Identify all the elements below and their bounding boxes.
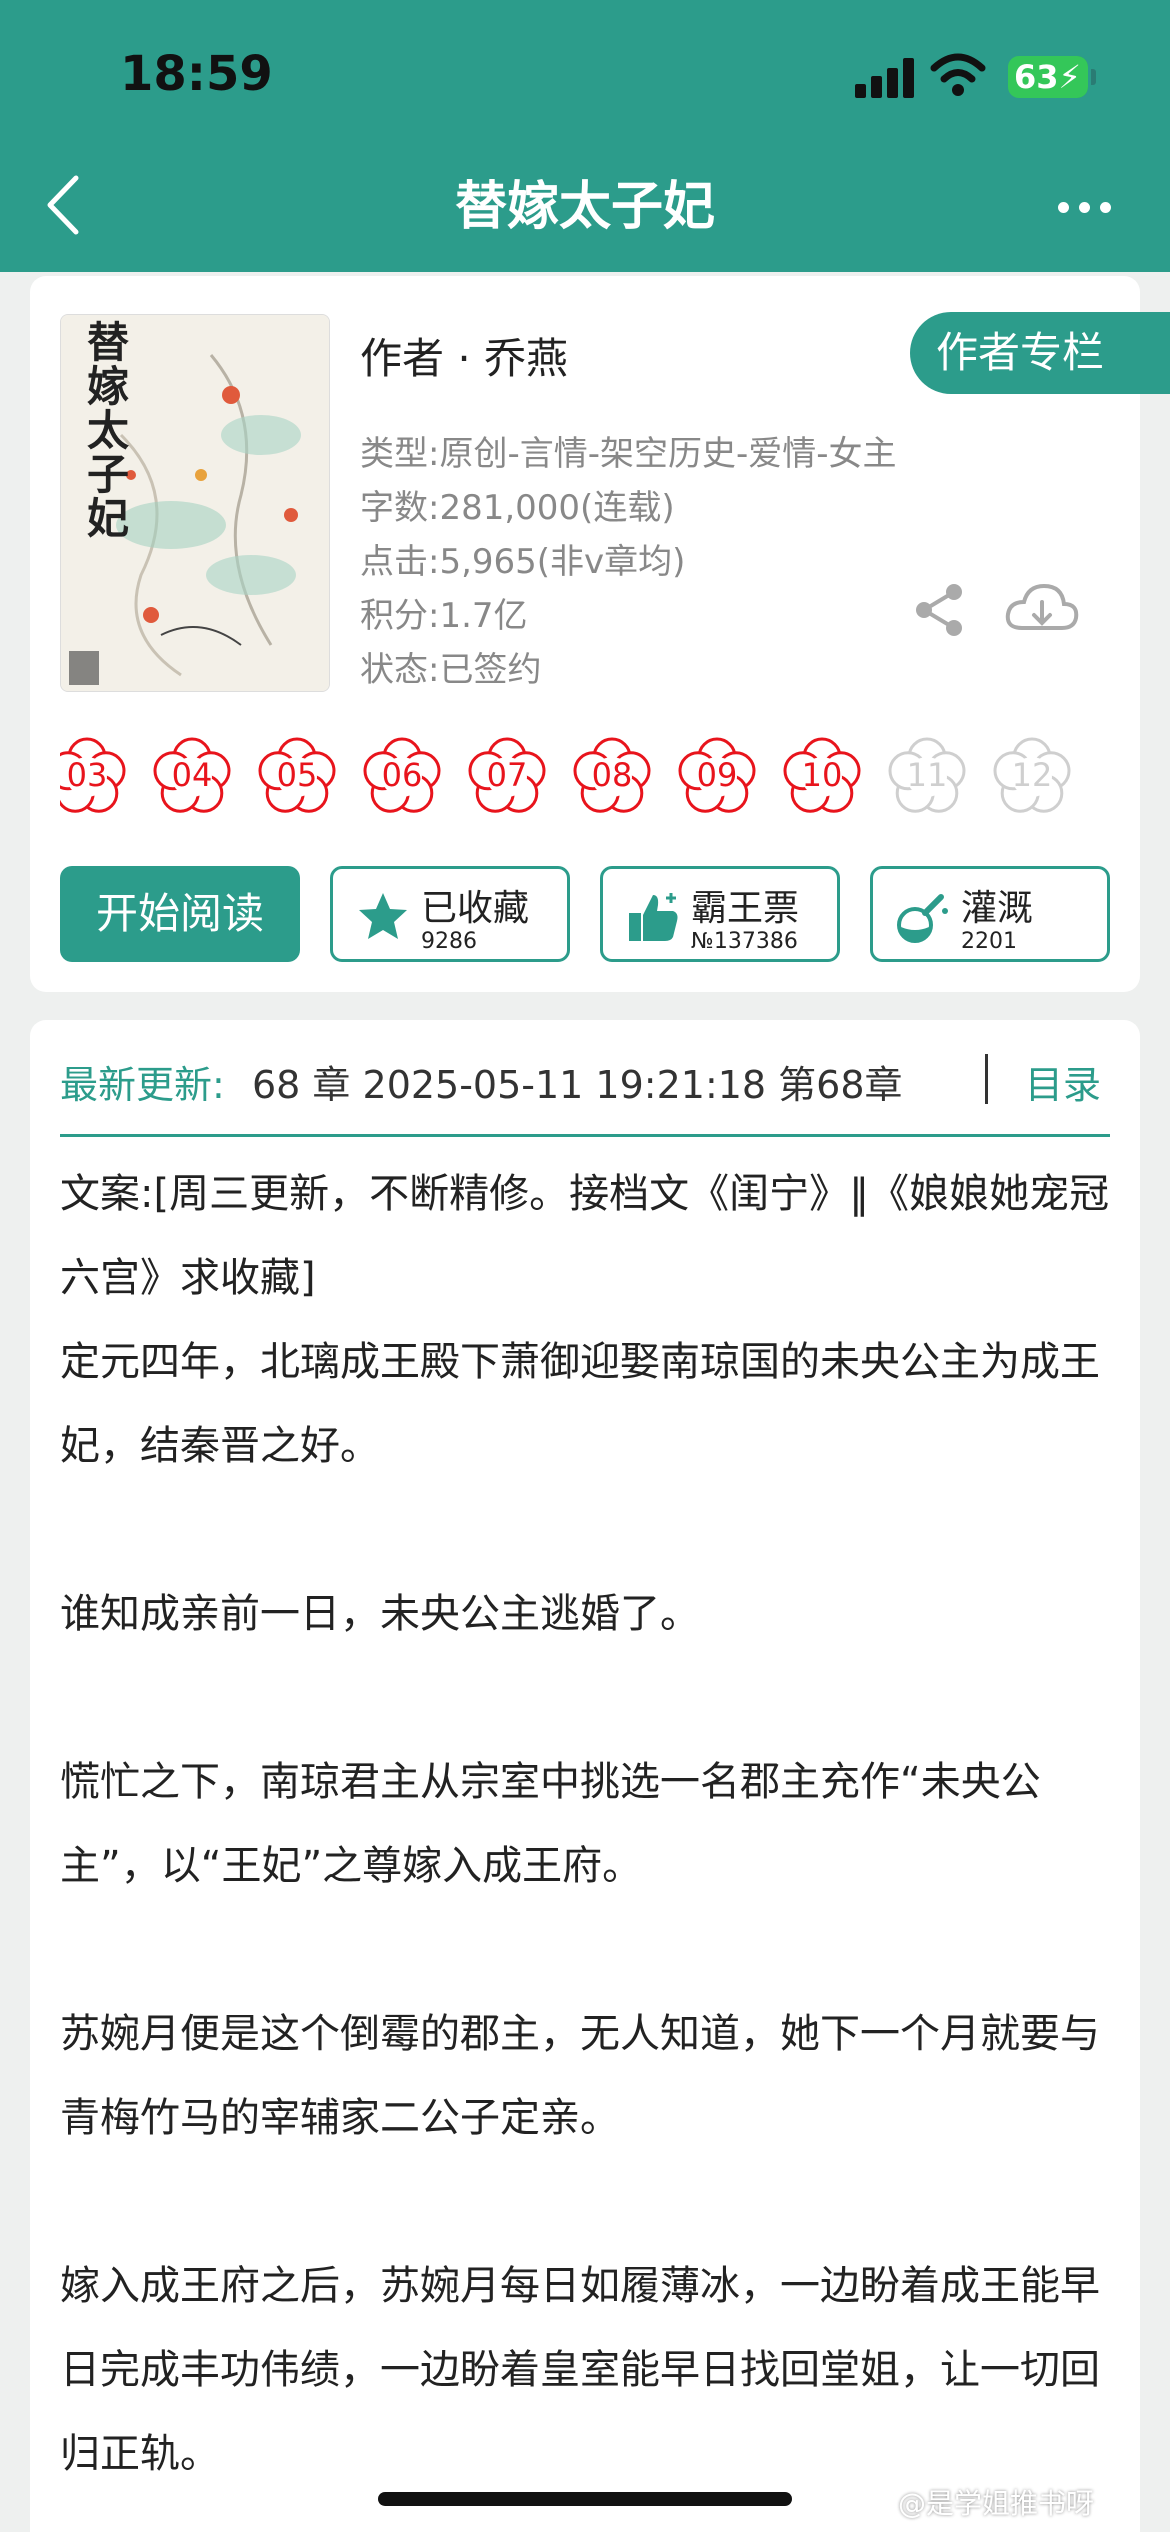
rating-flower[interactable]: 03 <box>60 730 132 820</box>
flower-label: 05 <box>276 756 318 794</box>
rating-flower[interactable]: 09 <box>672 730 762 820</box>
synopsis-paragraph: 定元四年，北璃成王殿下萧御迎娶南琼国的未央公主为成王妃，结秦晋之好。 <box>60 1339 1100 1469</box>
update-divider <box>985 1054 988 1104</box>
battery-cap <box>1091 69 1096 85</box>
rating-flower[interactable]: 10 <box>777 730 867 820</box>
latest-update-value[interactable]: 68 章 2025-05-11 19:21:18 第68章 <box>252 1054 903 1109</box>
divider-line <box>60 1134 1110 1137</box>
watermark: @是学姐推书呀 <box>898 2487 1095 2520</box>
flower-label: 12 <box>1011 756 1053 794</box>
flower-label: 09 <box>696 756 738 794</box>
cover-title: 替嫁太子妃 <box>87 318 130 543</box>
rating-flowers: 03 04 05 06 07 08 09 10 11 12 <box>60 730 1110 820</box>
rating-flower[interactable]: 06 <box>357 730 447 820</box>
wifi-icon <box>930 53 986 96</box>
watering-icon <box>897 894 948 943</box>
synopsis-paragraph: 苏婉月便是这个倒霉的郡主，无人知道，她下一个月就要与青梅竹马的宰辅家二公子定亲。 <box>60 2011 1100 2141</box>
download-icon[interactable] <box>1004 580 1080 640</box>
toc-link[interactable]: 目录 <box>1025 1054 1101 1109</box>
water-count: 2201 <box>961 929 1017 954</box>
latest-update-label: 最新更新: <box>60 1063 225 1107</box>
rating-flower[interactable]: 04 <box>147 730 237 820</box>
rating-flower[interactable]: 11 <box>882 730 972 820</box>
more-icon[interactable] <box>1054 192 1114 222</box>
status-bar: 18:59 63⚡ <box>0 0 1170 150</box>
book-type: 类型:原创-言情-架空历史-爱情-女主 <box>360 434 897 474</box>
flower-label: 10 <box>801 756 843 794</box>
flower-label: 06 <box>381 756 423 794</box>
rating-flower[interactable]: 12 <box>987 730 1077 820</box>
author-name[interactable]: 作者 · 乔燕 <box>360 325 568 386</box>
favorite-button[interactable]: 已收藏 9286 <box>330 866 570 962</box>
flower-label: 03 <box>66 756 108 794</box>
book-state: 状态:已签约 <box>360 650 542 690</box>
thumbs-up-icon <box>629 893 678 941</box>
flower-label: 04 <box>171 756 213 794</box>
author-column-button[interactable]: 作者专栏 <box>910 312 1170 394</box>
flower-label: 07 <box>486 756 528 794</box>
rating-flower[interactable]: 05 <box>252 730 342 820</box>
water-label: 灌溉 <box>961 888 1034 929</box>
ticket-label: 霸王票 <box>691 888 800 929</box>
ticket-button[interactable]: 霸王票 №137386 <box>600 866 840 962</box>
favorite-label: 已收藏 <box>421 888 530 929</box>
water-button[interactable]: 灌溉 2201 <box>870 866 1110 962</box>
book-cover[interactable]: 替嫁太子妃 <box>60 314 330 692</box>
synopsis-paragraph: 慌忙之下，南琼君主从宗室中挑选一名郡主充作“未央公主”，以“王妃”之尊嫁入成王府… <box>60 1759 1041 1889</box>
synopsis-paragraph: 谁知成亲前一日，未央公主逃婚了。 <box>60 1591 700 1637</box>
share-icon[interactable] <box>910 580 970 640</box>
flower-label: 11 <box>906 756 948 794</box>
status-time: 18:59 <box>120 46 273 102</box>
book-clicks: 点击:5,965(非v章均) <box>360 542 686 582</box>
book-word-count: 字数:281,000(连载) <box>360 488 675 528</box>
signal-icon <box>855 58 917 98</box>
book-points: 积分:1.7亿 <box>360 596 528 636</box>
page-title: 替嫁太子妃 <box>454 177 715 237</box>
star-icon <box>359 893 407 939</box>
battery-level: 63 <box>1014 58 1059 96</box>
start-reading-button[interactable]: 开始阅读 <box>60 866 300 962</box>
home-indicator[interactable] <box>378 2492 792 2506</box>
favorite-count: 9286 <box>421 929 477 954</box>
synopsis-paragraph: 嫁入成王府之后，苏婉月每日如履薄冰，一边盼着成王能早日完成丰功伟绩，一边盼着皇室… <box>60 2263 1100 2477</box>
rating-flower[interactable]: 08 <box>567 730 657 820</box>
synopsis-paragraph: 文案:[周三更新，不断精修。接档文《闺宁》‖《娘娘她宠冠六宫》求收藏] <box>60 1171 1110 1301</box>
rating-flower[interactable]: 07 <box>462 730 552 820</box>
ticket-count: №137386 <box>691 929 798 954</box>
battery-icon: 63⚡ <box>1008 56 1088 98</box>
flower-label: 08 <box>591 756 633 794</box>
